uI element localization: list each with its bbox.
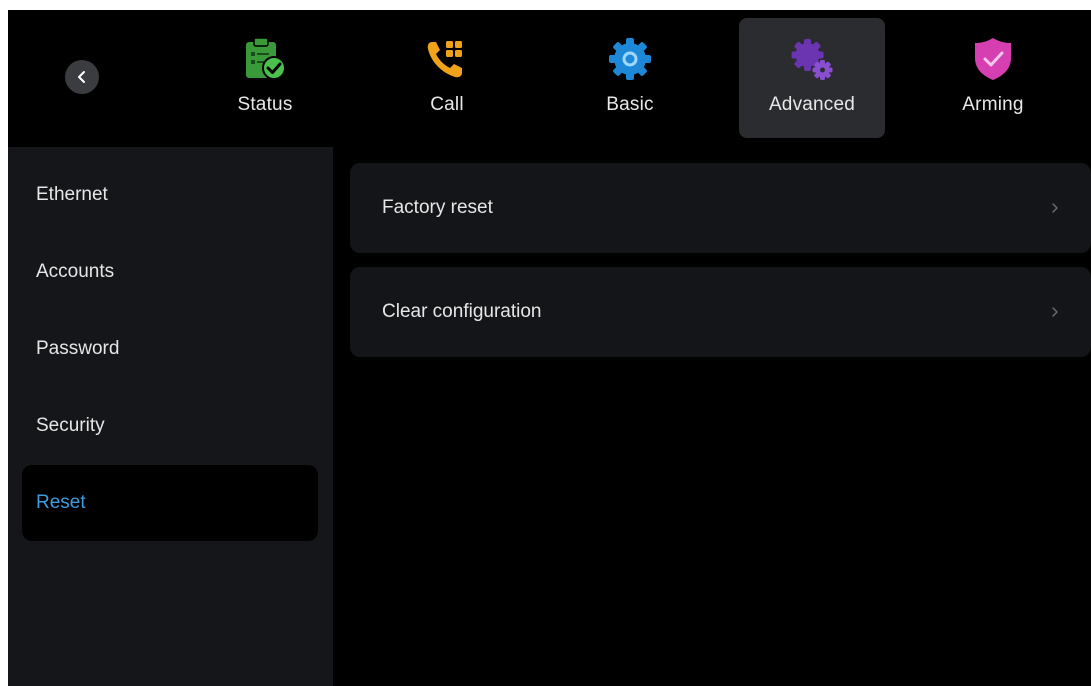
tab-label: Arming bbox=[962, 94, 1024, 115]
tab-advanced[interactable]: Advanced bbox=[739, 18, 885, 138]
sidebar-item-reset[interactable]: Reset bbox=[22, 465, 318, 541]
chevron-left-icon bbox=[78, 71, 85, 83]
row-label: Clear configuration bbox=[382, 301, 542, 322]
tab-status[interactable]: Status bbox=[192, 18, 338, 138]
factory-reset-row[interactable]: Factory reset bbox=[350, 163, 1091, 253]
clear-configuration-row[interactable]: Clear configuration bbox=[350, 267, 1091, 357]
chevron-right-icon bbox=[1049, 201, 1061, 215]
sidebar-item-label: Security bbox=[36, 415, 105, 436]
gears-icon bbox=[787, 34, 837, 84]
sidebar-item-security[interactable]: Security bbox=[22, 388, 318, 464]
screen: Status Call Basic Advanced Arming Ethern… bbox=[8, 10, 1091, 686]
sidebar-item-ethernet[interactable]: Ethernet bbox=[22, 157, 318, 233]
sidebar: Ethernet Accounts Password Security Rese… bbox=[8, 147, 333, 686]
top-navigation: Status Call Basic Advanced Arming bbox=[8, 10, 1091, 147]
shield-check-icon bbox=[968, 34, 1018, 84]
sidebar-item-accounts[interactable]: Accounts bbox=[22, 234, 318, 310]
tab-arming[interactable]: Arming bbox=[920, 18, 1066, 138]
content-panel: Factory reset Clear configuration bbox=[333, 147, 1091, 686]
sidebar-item-label: Accounts bbox=[36, 261, 115, 282]
tab-call[interactable]: Call bbox=[374, 18, 520, 138]
sidebar-item-label: Password bbox=[36, 338, 120, 359]
gear-icon bbox=[605, 34, 655, 84]
sidebar-item-label: Reset bbox=[36, 492, 86, 513]
back-button[interactable] bbox=[65, 60, 99, 94]
sidebar-item-password[interactable]: Password bbox=[22, 311, 318, 387]
tab-label: Advanced bbox=[768, 94, 856, 115]
tab-label: Basic bbox=[606, 94, 654, 115]
tab-basic[interactable]: Basic bbox=[557, 18, 703, 138]
chevron-right-icon bbox=[1049, 305, 1061, 319]
clipboard-check-icon bbox=[240, 34, 290, 84]
phone-grid-icon bbox=[422, 34, 472, 84]
sidebar-item-label: Ethernet bbox=[36, 184, 108, 205]
tab-label: Call bbox=[430, 94, 464, 115]
tab-label: Status bbox=[237, 94, 293, 115]
row-label: Factory reset bbox=[382, 197, 493, 218]
